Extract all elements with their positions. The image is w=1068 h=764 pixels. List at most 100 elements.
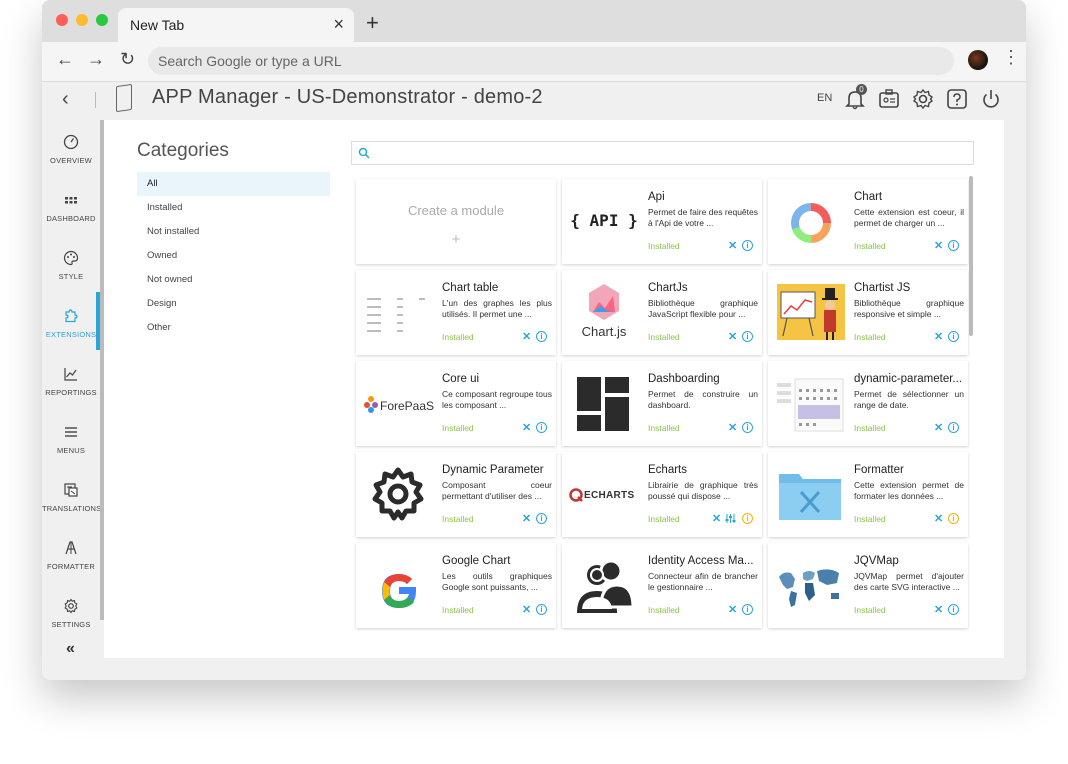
sidebar-item-settings[interactable]: SETTINGS: [42, 584, 100, 642]
more-menu-icon[interactable]: ⋮: [1002, 47, 1020, 68]
category-installed[interactable]: Installed: [137, 196, 330, 220]
help-icon[interactable]: [944, 86, 970, 112]
module-description: JQVMap permet d'ajouter des carte SVG in…: [854, 571, 964, 592]
module-card-echarts[interactable]: ECHARTS Echarts Librairie de graphique t…: [562, 452, 762, 537]
uninstall-icon[interactable]: ✕: [522, 330, 531, 343]
info-icon[interactable]: i: [536, 513, 547, 524]
uninstall-icon[interactable]: ✕: [728, 603, 737, 616]
uninstall-icon[interactable]: ✕: [728, 421, 737, 434]
chartjs-logo-text: Chart.js: [581, 324, 627, 339]
uninstall-icon[interactable]: ✕: [728, 239, 737, 252]
info-icon[interactable]: i: [948, 604, 959, 615]
address-bar[interactable]: Search Google or type a URL: [148, 47, 954, 75]
close-window-button[interactable]: [56, 14, 68, 26]
new-tab-button[interactable]: +: [366, 10, 379, 36]
modules-scrollbar[interactable]: [969, 176, 973, 336]
notification-badge: 0: [856, 84, 867, 95]
module-thumbnail: [773, 187, 847, 255]
info-icon[interactable]: i: [948, 422, 959, 433]
collapse-sidebar-button[interactable]: «: [66, 640, 75, 658]
sidebar-item-extensions[interactable]: EXTENSIONS: [42, 294, 100, 352]
uninstall-icon[interactable]: ✕: [934, 603, 943, 616]
reload-icon[interactable]: ↻: [120, 49, 135, 70]
info-icon[interactable]: i: [742, 240, 753, 251]
uninstall-icon[interactable]: ✕: [934, 512, 943, 525]
minimize-window-button[interactable]: [76, 14, 88, 26]
category-design[interactable]: Design: [137, 292, 330, 316]
app-header: ‹ APP Manager - US-Demonstrator - demo-2…: [42, 82, 1026, 120]
category-owned[interactable]: Owned: [137, 244, 330, 268]
forward-arrow-icon[interactable]: →: [87, 49, 105, 70]
category-other[interactable]: Other: [137, 316, 330, 340]
chart-line-icon: [64, 368, 77, 381]
info-warning-icon[interactable]: i: [948, 513, 959, 524]
module-card-chartist-js[interactable]: Chartist JS Bibliothèque graphique respo…: [768, 270, 968, 355]
module-card-chart[interactable]: Chart Cette extension est coeur, il perm…: [768, 179, 968, 264]
sidebar-item-label: MENUS: [56, 446, 86, 455]
info-icon[interactable]: i: [742, 422, 753, 433]
category-not-installed[interactable]: Not installed: [137, 220, 330, 244]
info-icon[interactable]: i: [948, 331, 959, 342]
category-all[interactable]: All: [137, 172, 330, 196]
module-title: Identity Access Ma...: [648, 555, 754, 567]
browser-tab[interactable]: New Tab ×: [118, 8, 354, 42]
echarts-logo-icon: [569, 488, 583, 502]
info-icon[interactable]: i: [536, 331, 547, 342]
module-thumbnail: [567, 551, 641, 619]
uninstall-icon[interactable]: ✕: [934, 239, 943, 252]
info-icon[interactable]: i: [742, 604, 753, 615]
module-card-dashboarding[interactable]: Dashboarding Permet de construire un das…: [562, 361, 762, 446]
module-card-dynamic-parameter[interactable]: Dynamic Parameter Composant coeur permet…: [356, 452, 556, 537]
module-card-jqvmap[interactable]: JQVMap JQVMap permet d'ajouter des carte…: [768, 543, 968, 628]
sidebar-item-translations[interactable]: TRANSLATIONS: [42, 468, 101, 526]
power-icon[interactable]: [978, 86, 1004, 112]
create-module-card[interactable]: Create a module +: [356, 179, 556, 264]
module-card-core-ui[interactable]: ForePaaS Core ui Ce composant regroupe t…: [356, 361, 556, 446]
uninstall-icon[interactable]: ✕: [522, 603, 531, 616]
gear-icon[interactable]: [910, 86, 936, 112]
module-card-formatter[interactable]: Formatter Cette extension permet de form…: [768, 452, 968, 537]
info-icon[interactable]: i: [536, 604, 547, 615]
module-card-dynamic-parameter-date[interactable]: dynamic-parameter... Permet de sélection…: [768, 361, 968, 446]
module-card-chartjs[interactable]: Chart.js ChartJs Bibliothèque graphique …: [562, 270, 762, 355]
sidebar-item-dashboard[interactable]: DASHBOARD: [42, 178, 100, 236]
folder-tools-icon: [779, 474, 841, 520]
info-icon[interactable]: i: [742, 331, 753, 342]
profile-avatar[interactable]: [968, 50, 988, 70]
info-warning-icon[interactable]: i: [742, 513, 753, 524]
module-thumbnail: Chart.js: [567, 278, 641, 346]
uninstall-icon[interactable]: ✕: [728, 330, 737, 343]
sidebar-item-style[interactable]: STYLE: [42, 236, 100, 294]
palette-icon: [63, 250, 79, 266]
module-description: Bibliothèque graphique responsive et sim…: [854, 298, 964, 319]
language-selector[interactable]: EN: [817, 92, 832, 104]
info-icon[interactable]: i: [948, 240, 959, 251]
module-card-api[interactable]: { API } Api Permet de faire des requêtes…: [562, 179, 762, 264]
module-card-google-chart[interactable]: Google Chart Les outils graphiques Googl…: [356, 543, 556, 628]
module-card-chart-table[interactable]: Chart table L'un des graphes les plus ut…: [356, 270, 556, 355]
id-card-icon[interactable]: [876, 86, 902, 112]
uninstall-icon[interactable]: ✕: [522, 421, 531, 434]
module-card-identity-access[interactable]: Identity Access Ma... Connecteur afin de…: [562, 543, 762, 628]
sidebar-item-overview[interactable]: OVERVIEW: [42, 120, 100, 178]
back-arrow-icon[interactable]: ←: [56, 49, 74, 70]
search-input[interactable]: [351, 141, 974, 165]
info-icon[interactable]: i: [536, 422, 547, 433]
uninstall-icon[interactable]: ✕: [934, 330, 943, 343]
module-description: Permet de construire un dashboard.: [648, 389, 758, 410]
gear-icon: [64, 598, 78, 614]
uninstall-icon[interactable]: ✕: [934, 421, 943, 434]
sidebar-item-reportings[interactable]: REPORTINGS: [42, 352, 100, 410]
back-chevron-icon[interactable]: ‹: [62, 88, 69, 111]
maximize-window-button[interactable]: [96, 14, 108, 26]
module-status: Installed: [854, 423, 886, 433]
sliders-icon[interactable]: [725, 513, 736, 524]
module-status: Installed: [648, 332, 680, 342]
tab-close-icon[interactable]: ×: [333, 14, 344, 35]
sidebar-item-menus[interactable]: MENUS: [42, 410, 100, 468]
sidebar-item-formatter[interactable]: FORMATTER: [42, 526, 100, 584]
category-not-owned[interactable]: Not owned: [137, 268, 330, 292]
module-description: Cette extension permet de formater les d…: [854, 480, 964, 501]
uninstall-icon[interactable]: ✕: [712, 512, 721, 525]
uninstall-icon[interactable]: ✕: [522, 512, 531, 525]
